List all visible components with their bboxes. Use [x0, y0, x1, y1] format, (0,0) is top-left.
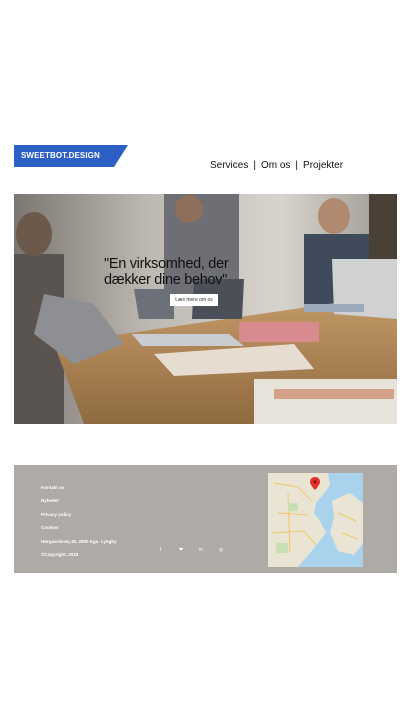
instagram-icon[interactable]: ◎ — [219, 547, 223, 553]
nav-item-services[interactable]: Services — [210, 160, 248, 171]
hero-section: "En virksomhed, der dækker dine behov" L… — [14, 194, 397, 424]
footer: Kontakt os Nyheder Privacy policy Cookie… — [14, 465, 397, 573]
footer-links: Kontakt os Nyheder Privacy policy Cookie… — [41, 481, 117, 561]
facebook-icon[interactable]: f — [160, 547, 161, 553]
footer-copyright: ©Copyright, 2018 — [41, 552, 79, 558]
nav-separator: | — [253, 160, 256, 171]
brand-logo[interactable]: SWEETBOT.DESIGN — [14, 145, 128, 167]
footer-link-cookies[interactable]: Cookies — [41, 521, 117, 534]
footer-link-kontakt[interactable]: Kontakt os — [41, 481, 117, 494]
nav-item-om-os[interactable]: Om os — [261, 160, 290, 171]
footer-address: Hørgaardsvej 30, 2800 Kgs. Lyngby — [41, 538, 117, 544]
hero-photo — [14, 194, 397, 424]
location-map[interactable] — [268, 473, 363, 567]
twitter-icon[interactable]: ❤ — [179, 547, 183, 553]
footer-link-privacy[interactable]: Privacy policy — [41, 508, 117, 521]
linkedin-icon[interactable]: in — [199, 547, 203, 553]
main-nav: Services | Om os | Projekter — [210, 160, 343, 171]
logo-text: SWEETBOT.DESIGN — [21, 151, 100, 160]
hero-headline: "En virksomhed, der dækker dine behov" — [104, 256, 229, 288]
learn-more-button[interactable]: Læs mere om os — [170, 294, 218, 306]
nav-separator: | — [295, 160, 299, 171]
map-image — [268, 473, 363, 567]
nav-item-projekter[interactable]: Projekter — [303, 160, 343, 171]
footer-link-nyheder[interactable]: Nyheder — [41, 494, 117, 507]
